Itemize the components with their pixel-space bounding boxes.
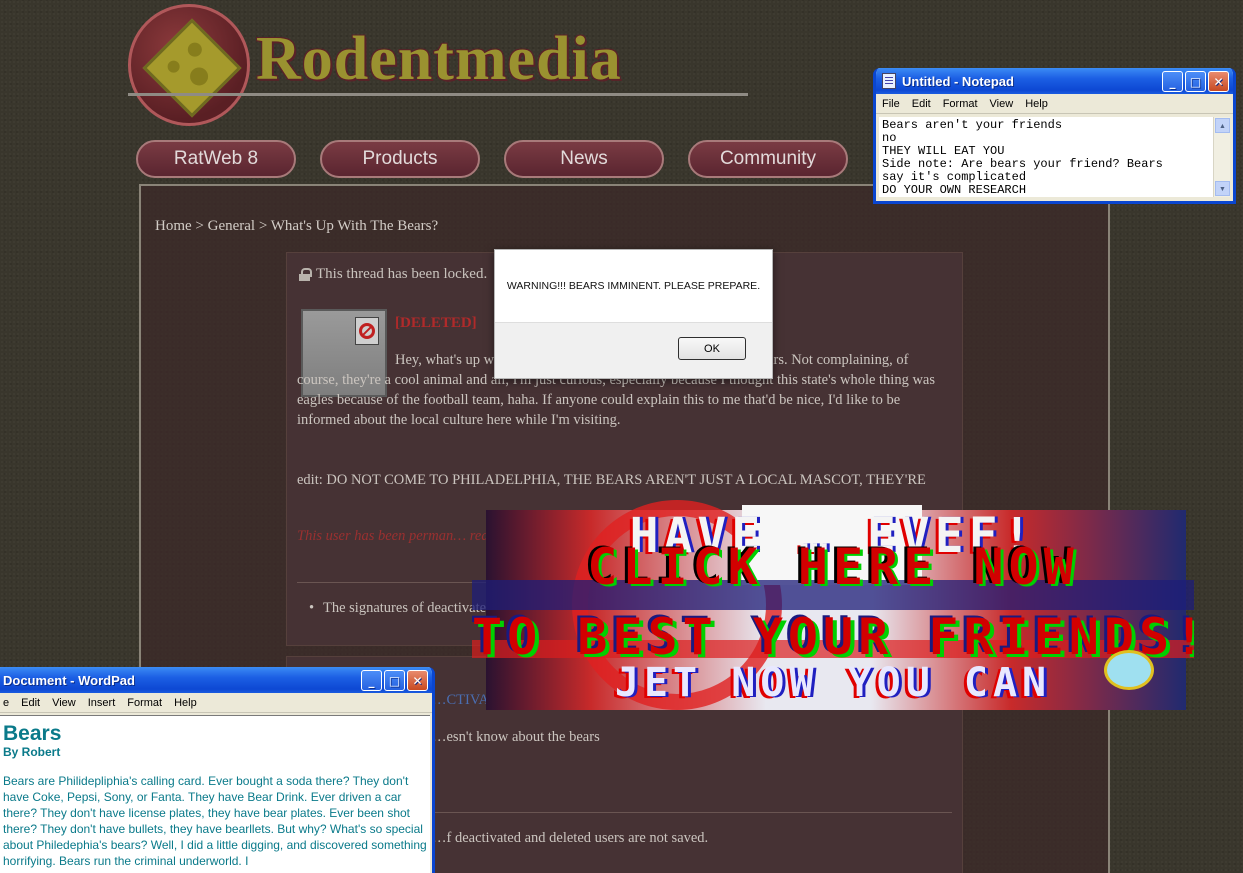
wordpad-menubar: e Edit View Insert Format Help	[0, 693, 432, 713]
nav-news[interactable]: News	[504, 140, 664, 178]
document-byline: By Robert	[3, 745, 61, 759]
ad-subline: JET NOW YOU CAN	[614, 660, 1052, 706]
maximize-button[interactable]: □	[1185, 71, 1206, 92]
ok-button[interactable]: OK	[678, 337, 746, 360]
menu-file[interactable]: e	[0, 697, 15, 709]
post-edit-note: edit: DO NOT COME TO PHILADELPHIA, THE B…	[297, 472, 926, 488]
notepad-window: Untitled - Notepad _ □ ✕ File Edit Forma…	[873, 68, 1236, 204]
ad-headline-main: TO BEST YOUR FRIENDS!!	[472, 608, 1194, 666]
banned-icon	[355, 317, 379, 345]
dialog-footer: OK	[495, 322, 772, 378]
warning-dialog: WARNING!!! BEARS IMMINENT. PLEASE PREPAR…	[494, 249, 773, 379]
site-logo[interactable]: Rodentmedia	[128, 4, 748, 128]
menu-insert[interactable]: Insert	[82, 697, 122, 709]
menu-help[interactable]: Help	[1019, 98, 1054, 110]
nav-community[interactable]: Community	[688, 140, 848, 178]
post-divider-2	[432, 812, 952, 813]
logo-wordmark: Rodentmedia	[256, 25, 622, 93]
locked-notice-text: This thread has been locked.	[316, 266, 488, 282]
window-controls: _ □ ✕	[1162, 71, 1229, 92]
scroll-down-icon[interactable]: ▼	[1215, 181, 1230, 196]
menu-edit[interactable]: Edit	[906, 98, 937, 110]
post-username[interactable]: [DELETED]	[395, 315, 477, 332]
wordpad-titlebar[interactable]: Document - WordPad _ □ ✕	[0, 667, 432, 693]
post-body-2: …esn't know about the bears	[432, 729, 600, 745]
close-button[interactable]: ✕	[407, 670, 428, 691]
wordpad-title: Document - WordPad	[3, 672, 135, 688]
logo-emblem-icon	[128, 4, 250, 126]
menu-edit[interactable]: Edit	[15, 697, 46, 709]
close-button[interactable]: ✕	[1208, 71, 1229, 92]
document-title: Bears	[3, 722, 62, 745]
menu-format[interactable]: Format	[937, 98, 984, 110]
warning-message: WARNING!!! BEARS IMMINENT. PLEASE PREPAR…	[506, 280, 761, 292]
menu-view[interactable]: View	[46, 697, 82, 709]
breadcrumb[interactable]: Home > General > What's Up With The Bear…	[155, 218, 438, 235]
lock-icon	[299, 268, 312, 281]
ad-headline-cta: CLICK HERE NOW	[587, 538, 1079, 596]
locked-notice: This thread has been locked.	[299, 266, 487, 283]
notepad-menubar: File Edit Format View Help	[876, 94, 1233, 114]
maximize-button[interactable]: □	[384, 670, 405, 691]
window-controls: _ □ ✕	[361, 670, 428, 691]
menu-view[interactable]: View	[984, 98, 1020, 110]
wordpad-window: Document - WordPad _ □ ✕ e Edit View Ins…	[0, 667, 435, 873]
menu-help[interactable]: Help	[168, 697, 203, 709]
cheese-diamond-icon	[142, 18, 242, 118]
scroll-up-icon[interactable]: ▲	[1215, 118, 1230, 133]
menu-format[interactable]: Format	[121, 697, 168, 709]
cartoon-face-icon	[1104, 650, 1154, 690]
header-divider	[128, 93, 748, 96]
notepad-titlebar[interactable]: Untitled - Notepad _ □ ✕	[876, 68, 1233, 94]
notepad-scrollbar[interactable]: ▲ ▼	[1213, 117, 1230, 197]
notepad-text-area[interactable]: Bears aren't your friends no THEY WILL E…	[879, 117, 1215, 197]
nav-products[interactable]: Products	[320, 140, 480, 178]
menu-file[interactable]: File	[876, 98, 906, 110]
minimize-button[interactable]: _	[1162, 71, 1183, 92]
nav-ratweb8[interactable]: RatWeb 8	[136, 140, 296, 178]
glitch-ad-banner[interactable]: HAVE … EVEF! CLICK HERE NOW TO BEST YOUR…	[472, 500, 1194, 720]
notepad-icon	[882, 73, 896, 89]
signature-note-2: …f deactivated and deleted users are not…	[432, 830, 709, 846]
minimize-button[interactable]: _	[361, 670, 382, 691]
wordpad-document[interactable]: Bears By Robert Bears are Philidepliphia…	[0, 715, 430, 873]
notepad-title: Untitled - Notepad	[902, 73, 1014, 89]
document-body: Bears are Philidepliphia's calling card.…	[3, 774, 427, 868]
